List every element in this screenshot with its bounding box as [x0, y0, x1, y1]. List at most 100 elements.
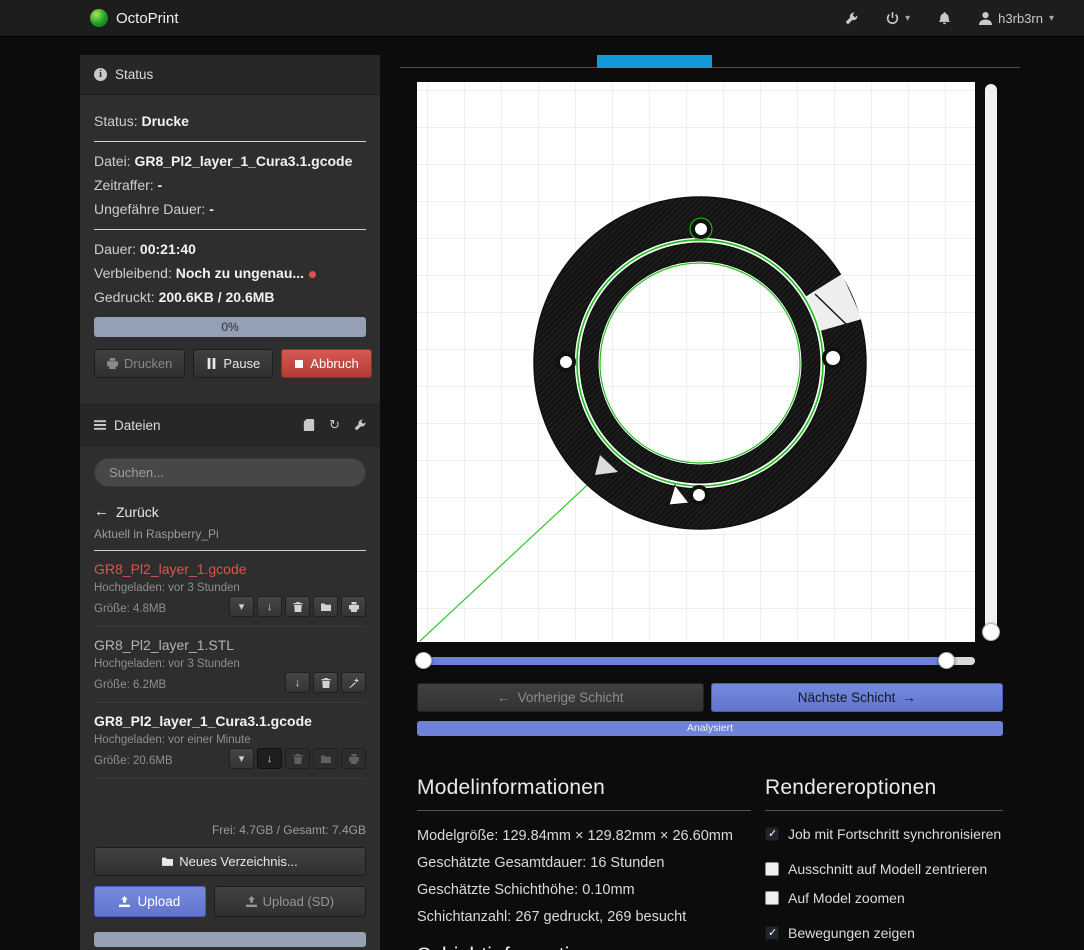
estimate-quality-dot — [309, 271, 316, 278]
checkbox[interactable] — [765, 926, 779, 940]
printer-icon — [349, 602, 359, 612]
navbar: OctoPrint ▾ h3rb3rn ▾ — [0, 0, 1084, 37]
file-uploaded: Hochgeladen: vor 3 Stunden — [94, 657, 366, 672]
wrench-icon[interactable] — [354, 419, 366, 431]
user-menu[interactable]: h3rb3rn ▾ — [979, 11, 1054, 26]
active-tab-indicator[interactable] — [597, 55, 712, 68]
render-options-section: Rendereroptionen Job mit Fortschritt syn… — [765, 776, 1003, 950]
upload-progress-bar — [94, 932, 366, 947]
bolt-hole — [558, 354, 574, 370]
status-printed-value: 200.6KB / 20.6MB — [159, 289, 275, 305]
status-state-label: Status: — [94, 113, 138, 129]
brand-link[interactable]: OctoPrint — [90, 9, 179, 27]
status-duration-value: 00:21:40 — [140, 241, 196, 257]
divider — [94, 229, 366, 230]
file-download-button[interactable]: ↓ — [257, 748, 282, 769]
status-panel-title: Status — [115, 67, 153, 82]
file-name[interactable]: GR8_Pl2_layer_1_Cura3.1.gcode — [94, 713, 366, 729]
print-button[interactable]: Drucken — [94, 349, 185, 378]
file-actions: ▾ ↓ — [229, 748, 366, 769]
status-approx-label: Ungefähre Dauer: — [94, 201, 205, 217]
file-delete-button[interactable] — [285, 596, 310, 617]
breadcrumb: Aktuell in Raspberry_Pi — [94, 527, 366, 551]
back-arrow-icon: ← — [94, 503, 109, 520]
status-timelapse-value: - — [158, 177, 163, 193]
new-folder-button[interactable]: Neues Verzeichnis... — [94, 847, 366, 876]
layer-slider-handle[interactable] — [982, 623, 1000, 641]
file-load-button[interactable] — [313, 748, 338, 769]
back-arrow-icon: ← — [497, 690, 511, 705]
checkbox[interactable] — [765, 862, 779, 876]
model-info-section: Modelinformationen Modelgröße: 129.84mm … — [417, 776, 751, 950]
back-link[interactable]: ← Zurück — [94, 503, 366, 520]
gcode-viewer-canvas[interactable] — [417, 82, 975, 642]
cancel-button[interactable]: Abbruch — [281, 349, 371, 378]
sd-card-icon[interactable] — [303, 419, 315, 431]
file-uploaded: Hochgeladen: vor 3 Stunden — [94, 581, 366, 596]
main-content: ← Vorherige Schicht Nächste Schicht → An… — [400, 55, 1020, 950]
upload-sd-button[interactable]: Upload (SD) — [214, 886, 366, 917]
file-delete-button[interactable] — [313, 672, 338, 693]
status-timelapse-label: Zeitraffer: — [94, 177, 154, 193]
slider-handle-start[interactable] — [415, 652, 432, 669]
status-state-value: Drucke — [141, 113, 188, 129]
slider-handle-end[interactable] — [938, 652, 955, 669]
file-slice-button[interactable] — [341, 672, 366, 693]
print-progress-bar: 0% — [94, 317, 366, 337]
tab-bar — [400, 55, 1020, 68]
wrench-icon — [845, 12, 858, 25]
bolt-hole — [691, 487, 707, 503]
file-name[interactable]: GR8_Pl2_layer_1.gcode — [94, 561, 366, 577]
files-panel-header[interactable]: Dateien ↻ — [80, 404, 380, 446]
download-icon: ↓ — [295, 677, 301, 689]
previous-layer-button[interactable]: ← Vorherige Schicht — [417, 683, 704, 712]
upload-button[interactable]: Upload — [94, 886, 206, 917]
file-load-button[interactable] — [313, 596, 338, 617]
trash-icon — [321, 678, 331, 688]
status-panel-header[interactable]: i Status — [80, 55, 380, 95]
files-panel-tools: ↻ — [303, 417, 366, 433]
status-panel-body: Status: Drucke Datei: GR8_Pl2_layer_1_Cu… — [80, 95, 380, 394]
checkbox[interactable] — [765, 891, 779, 905]
caret-down-icon: ▾ — [905, 13, 910, 24]
free-space-text: Frei: 4.7GB / Gesamt: 7.4GB — [94, 823, 366, 837]
file-print-button[interactable] — [341, 596, 366, 617]
refresh-icon[interactable]: ↻ — [329, 417, 340, 433]
download-icon: ↓ — [267, 601, 273, 613]
trash-icon — [293, 754, 303, 764]
list-icon — [94, 419, 106, 431]
settings-button[interactable] — [845, 12, 858, 25]
command-range-slider[interactable] — [417, 652, 975, 670]
file-download-button[interactable]: ↓ — [257, 596, 282, 617]
notifications-button[interactable] — [938, 12, 951, 25]
files-panel-body: ← Zurück Aktuell in Raspberry_Pi GR8_Pl2… — [80, 446, 380, 950]
file-delete-button[interactable] — [285, 748, 310, 769]
status-remaining-label: Verbleibend: — [94, 265, 172, 281]
file-expand-button[interactable]: ▾ — [229, 596, 254, 617]
model-layer-count: Schichtanzahl: 267 gedruckt, 269 besucht — [417, 907, 751, 928]
file-size: Größe: 4.8MB — [94, 602, 166, 617]
layer-info-title: Schichtinformationen — [417, 944, 751, 950]
render-options-title: Rendereroptionen — [765, 776, 1003, 800]
bolt-hole — [693, 221, 709, 237]
file-expand-button[interactable]: ▾ — [229, 748, 254, 769]
checkbox[interactable] — [765, 827, 779, 841]
power-menu[interactable]: ▾ — [886, 12, 910, 25]
file-download-button[interactable]: ↓ — [285, 672, 310, 693]
layer-slider[interactable] — [985, 84, 997, 636]
file-name[interactable]: GR8_Pl2_layer_1.STL — [94, 637, 366, 653]
pause-button[interactable]: Pause — [193, 349, 273, 378]
folder-icon — [321, 754, 331, 764]
folder-icon — [162, 856, 173, 867]
power-icon — [886, 12, 899, 25]
brand-name: OctoPrint — [116, 10, 179, 27]
upload-icon — [119, 896, 130, 907]
octoprint-logo-icon — [90, 9, 108, 27]
download-icon: ↓ — [267, 753, 273, 765]
slider-range[interactable] — [417, 657, 947, 665]
file-print-button[interactable] — [341, 748, 366, 769]
file-entry: GR8_Pl2_layer_1.STL Hochgeladen: vor 3 S… — [94, 627, 366, 703]
next-layer-button[interactable]: Nächste Schicht → — [711, 683, 1003, 712]
chevron-down-icon: ▾ — [239, 752, 245, 765]
search-input[interactable] — [94, 458, 366, 487]
